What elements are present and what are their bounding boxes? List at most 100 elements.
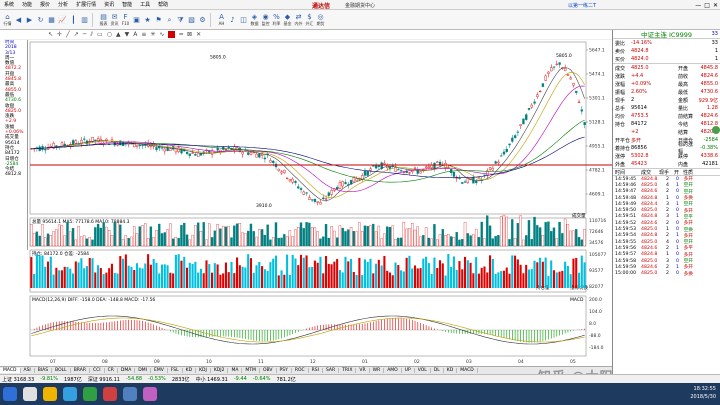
circle-icon[interactable]: ○ — [107, 31, 112, 38]
gold-button[interactable]: ◎ 期货 — [315, 11, 326, 29]
hline-icon[interactable]: ─ — [83, 31, 87, 38]
home-button[interactable]: ⌂ 行情 — [2, 11, 13, 29]
text-icon[interactable]: A — [133, 31, 137, 38]
tick-list[interactable]: 14:59:45 4824.8 2 0 多开 14:59:46 4825.0 4 1 空开 14:5… — [613, 176, 720, 277]
table-button[interactable]: ▤ 报表 — [98, 11, 109, 29]
player-icon[interactable] — [143, 387, 157, 401]
indicator-tab[interactable]: BOLL — [52, 368, 71, 373]
arrow-up-icon[interactable]: ▲ — [116, 31, 121, 38]
forward-button[interactable]: ▶ — [24, 11, 35, 29]
menu-item[interactable]: 系统 — [0, 1, 18, 8]
grid-button[interactable]: ▦ — [46, 11, 57, 29]
menu-item[interactable]: 资讯 — [100, 1, 118, 8]
system-tray[interactable]: 18:32:55 2018/5/30 — [690, 385, 716, 401]
indicator-tab[interactable]: UP — [402, 368, 415, 373]
tdx-icon[interactable] — [103, 387, 117, 401]
indicator-tab[interactable]: FSL — [168, 368, 183, 373]
indicator-tab[interactable]: MACD — [457, 368, 478, 373]
app-icon[interactable] — [123, 387, 137, 401]
refresh-button[interactable]: ↻ — [35, 11, 46, 29]
f10-button[interactable]: F F10 — [120, 11, 131, 29]
indicator-tab[interactable]: KDJ2 — [211, 368, 229, 373]
arrow-down-icon[interactable]: ▼ — [125, 31, 130, 38]
kline-button[interactable]: ┃ — [68, 11, 79, 29]
wave-icon[interactable]: ∿ — [159, 31, 164, 38]
menu-item[interactable]: 报价 — [36, 1, 54, 8]
menu-item[interactable]: 智能 — [118, 1, 136, 8]
flag-button[interactable]: ⚑ — [153, 11, 164, 29]
indicator-tab[interactable]: DMA — [118, 368, 136, 373]
menu-item[interactable]: 扩展行情 — [72, 1, 100, 8]
news-button[interactable]: ✉ 资讯 — [109, 11, 120, 29]
menu-item[interactable]: 工具 — [136, 1, 154, 8]
bars-button[interactable]: ▥ — [79, 11, 90, 29]
rect-icon[interactable]: ▭ — [97, 31, 103, 38]
indicator-tab[interactable]: OBV — [260, 368, 277, 373]
settings-button[interactable]: ⚙ — [197, 11, 208, 29]
start-icon[interactable] — [3, 387, 17, 401]
indicator-tab[interactable]: BRAR — [71, 368, 90, 373]
lock-icon[interactable]: ⊠ — [187, 31, 192, 38]
line-icon[interactable]: ╱ — [66, 31, 70, 38]
line-width-icon[interactable]: ━ — [179, 31, 183, 38]
indicator-tab[interactable]: ASI — [21, 368, 35, 373]
chart-region[interactable]: 5647.1 5474.1 5301.1 5128.1 4955.1 4782.1 4609… — [4, 30, 612, 366]
gann-icon[interactable]: ✳ — [150, 31, 155, 38]
menu-item[interactable]: 分析 — [54, 1, 72, 8]
qq-icon[interactable] — [63, 387, 77, 401]
indicator-tab[interactable]: DMI — [135, 368, 151, 373]
cursor-icon[interactable]: ↖ — [48, 31, 53, 38]
back-button[interactable]: ◀ — [13, 11, 24, 29]
login-link[interactable]: 以第一练二T — [568, 2, 596, 9]
indicator-tab[interactable]: KD — [183, 368, 197, 373]
indicator-tab[interactable]: CCI — [90, 368, 105, 373]
kline-chart[interactable]: 5647.1 5474.1 5301.1 5128.1 4955.1 4782.1 4609… — [4, 30, 612, 366]
indicator-tab[interactable]: VR — [356, 368, 370, 373]
indicator-tab[interactable]: SAR — [323, 368, 340, 373]
ext-button[interactable]: $ 外汇 — [304, 11, 315, 29]
minimize-icon[interactable]: — — [695, 2, 701, 9]
indicator-tab[interactable]: KD — [444, 368, 458, 373]
fund-button[interactable]: ◆ 基金 — [282, 11, 293, 29]
folder-icon[interactable] — [43, 387, 57, 401]
channel-icon[interactable]: ⫽ — [90, 31, 93, 39]
book-button[interactable]: ▣ — [131, 11, 142, 29]
inner-button[interactable]: ⇄ 内外 — [293, 11, 304, 29]
bell-button[interactable]: ♪ — [227, 11, 238, 29]
indicator-tab[interactable]: KDJ — [196, 368, 211, 373]
indicator-tab[interactable]: WR — [370, 368, 385, 373]
maximize-icon[interactable]: □ — [704, 2, 710, 9]
indicator-tab[interactable]: CR — [105, 368, 118, 373]
indicator-tab[interactable]: MACD — [0, 368, 21, 373]
filter-button[interactable]: ⧩ — [175, 11, 186, 29]
ie-icon[interactable] — [23, 387, 37, 401]
close-icon[interactable]: ✕ — [713, 2, 718, 9]
indicator-tab[interactable]: DL — [431, 368, 444, 373]
indicator-tab[interactable]: PSY — [277, 368, 292, 373]
chart-button[interactable]: 📈 — [57, 11, 68, 29]
indicator-tab[interactable]: AMO — [384, 368, 402, 373]
indicator-tab[interactable]: MA — [228, 368, 243, 373]
indicator-tab[interactable]: VOL — [415, 368, 431, 373]
wechat-icon[interactable] — [83, 387, 97, 401]
indicator-tab[interactable]: BIAS — [35, 368, 53, 373]
indicator-tab[interactable]: EMV — [151, 368, 168, 373]
fib-icon[interactable]: ≡ — [141, 31, 146, 38]
crosshair-icon[interactable]: ✛ — [57, 31, 62, 38]
delete-icon[interactable]: ✕ — [196, 31, 201, 38]
calc-button[interactable]: ▧ — [186, 11, 197, 29]
menu-item[interactable]: 功能 — [18, 1, 36, 8]
monitor-button[interactable]: ◉ 监控 — [260, 11, 271, 29]
scroll-handle[interactable] — [712, 126, 720, 134]
search-button[interactable]: ⌕ — [164, 11, 175, 29]
star-button[interactable]: ★ — [142, 11, 153, 29]
indicator-tab[interactable]: RSI — [309, 368, 323, 373]
ah-button[interactable]: A AH — [216, 11, 227, 29]
window-button[interactable]: ◫ — [238, 11, 249, 29]
ray-icon[interactable]: ↗ — [74, 31, 79, 38]
menu-item[interactable]: 帮助 — [154, 1, 172, 8]
color-swatch[interactable] — [168, 31, 176, 38]
indicator-tab[interactable]: MTM — [242, 368, 260, 373]
yield-button[interactable]: % 利率 — [271, 11, 282, 29]
indicator-tab[interactable]: ROC — [292, 368, 309, 373]
